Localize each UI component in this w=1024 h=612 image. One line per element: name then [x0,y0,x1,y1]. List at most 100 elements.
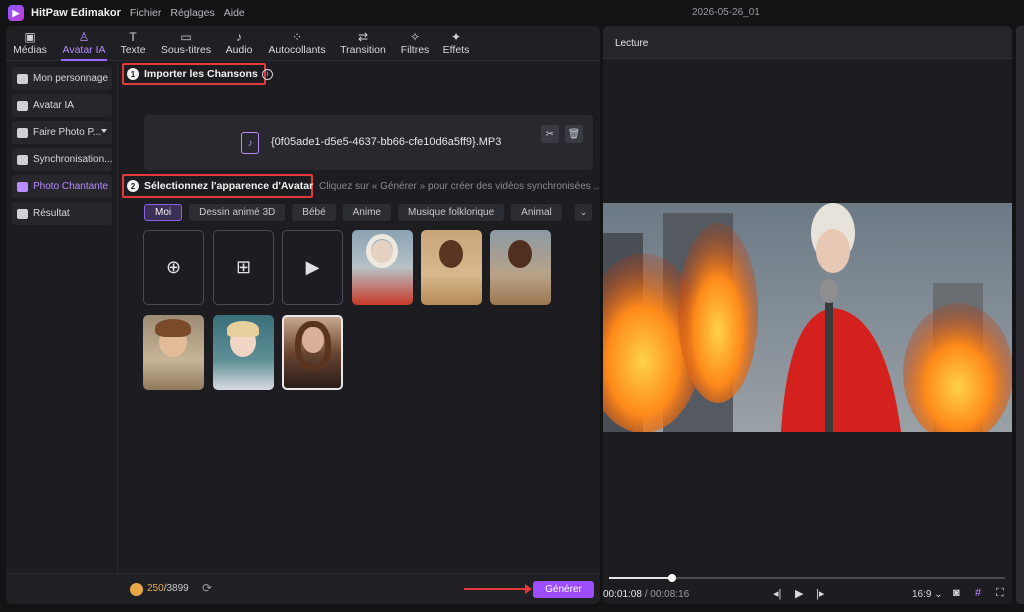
avatar-icon [17,100,28,111]
delete-button[interactable]: 🗑 [565,125,583,143]
tab-texte[interactable]: T Texte [119,28,147,59]
credits-coin-icon [130,583,143,596]
section-import-title: 1 Importer les Chansons i [127,68,273,80]
avatar-hair [366,234,398,268]
chip-animal[interactable]: Animal [511,204,562,221]
tab-effets[interactable]: ✦ Effets [442,28,470,59]
ai-plus-icon: ⊞ [235,257,252,277]
fullscreen-icon[interactable]: ⛶ [996,587,1004,600]
media-icon: ▣ [24,30,36,44]
video-frame [603,203,1012,432]
add-video-avatar-button[interactable]: ▶ [282,230,343,305]
avatar-face [508,240,532,268]
info-icon[interactable]: i [261,68,273,80]
current-time: 00:01:08 [603,589,642,600]
section-title-text: Sélectionnez l'apparence d'Avatar [144,180,314,192]
sidebar-item-photo-chantante[interactable]: Photo Chantante [12,175,112,198]
subtitles-icon: ▭ [180,30,192,44]
song-file-name: {0f05ade1-d5e5-4637-bb66-cfe10d6a5ff9}.M… [271,136,502,148]
avatar-thumbnail[interactable] [143,315,204,390]
add-photo-button[interactable]: ⊕ [143,230,204,305]
aspect-ratio-value: 16:9 [912,589,932,600]
menu-aide[interactable]: Aide [224,7,245,19]
tab-label: Effets [442,44,470,56]
sidebar-item-faire-photo[interactable]: Faire Photo P... [12,121,112,144]
music-file-icon: ♪ [241,132,259,154]
sidebar-item-avatar-ia[interactable]: Avatar IA [12,94,112,117]
trash-icon: 🗑 [567,128,581,140]
preview-header: Lecture [603,26,1012,59]
refresh-icon[interactable]: ⟳ [202,581,212,595]
annotation-arrow [464,584,532,594]
next-frame-icon[interactable]: |▸ [816,587,824,600]
app-logo-icon: ▶ [8,5,24,21]
snapshot-icon[interactable]: ◙ [953,587,960,599]
tab-label: Autocollants [268,44,326,56]
chip-musique-folklorique[interactable]: Musique folklorique [398,204,505,221]
audio-icon: ♪ [236,30,242,44]
grid-icon[interactable]: # [975,587,981,599]
avatar-thumbnail-selected[interactable] [282,315,343,390]
step-number: 1 [127,68,139,80]
add-ai-avatar-button[interactable]: ⊞ [213,230,274,305]
sidebar-item-resultat[interactable]: Résultat [12,202,112,225]
play-icon[interactable]: ▶ [795,587,803,600]
avatar-face [439,240,463,268]
result-icon [17,208,28,219]
credits-used: 250 [147,583,164,594]
avatar-thumbnail[interactable] [213,315,274,390]
avatar-thumbnail[interactable] [490,230,551,305]
tab-label: Texte [120,44,146,56]
tab-transition[interactable]: ⇄ Transition [339,28,387,59]
sidebar-item-label: Avatar IA [33,100,74,111]
sidebar-item-synchronisation[interactable]: Synchronisation... [12,148,112,171]
sidebar-item-label: Synchronisation... [33,154,112,165]
prev-frame-icon[interactable]: ◂| [773,587,781,600]
video-avatar-icon: ▶ [305,257,320,277]
title-bar: ▶ HitPaw Edimakor Fichier Réglages Aide … [0,0,1024,26]
cut-button[interactable]: ✂ [541,125,559,143]
right-panel-edge [1016,26,1024,604]
transition-icon: ⇄ [357,30,369,44]
avatar-icon: ♙ [78,30,90,44]
tab-filtres[interactable]: ✧ Filtres [399,28,431,59]
tab-medias[interactable]: ▣ Médias [12,28,48,59]
chevron-down-icon [101,129,107,133]
scissors-icon: ✂ [545,128,555,140]
effects-icon: ✦ [450,30,462,44]
video-preview[interactable] [603,203,1012,432]
preview-title: Lecture [615,38,649,49]
left-panel: ▣ Médias ♙ Avatar IA T Texte ▭ Sous-titr… [6,26,600,604]
chip-dessin-anime-3d[interactable]: Dessin animé 3D [189,204,286,221]
avatar-hair [295,321,331,371]
timeline-handle[interactable] [668,574,677,582]
tab-sous-titres[interactable]: ▭ Sous-titres [158,28,214,59]
sidebar-item-mon-personnage[interactable]: Mon personnage [12,67,112,90]
credits-counter: 250/3899 [147,583,189,594]
photo-icon [17,127,28,138]
sidebar: Mon personnage Avatar IA Faire Photo P..… [6,61,118,604]
avatar-hair [227,321,259,337]
chip-bebe[interactable]: Bébé [292,204,336,221]
aspect-ratio-select[interactable]: 16:9 ⌄ [912,589,943,600]
generate-button[interactable]: Générer [533,581,594,598]
tab-autocollants[interactable]: ⁘ Autocollants [267,28,327,59]
song-file-box[interactable]: ♪ {0f05ade1-d5e5-4637-bb66-cfe10d6a5ff9}… [144,115,593,170]
menu-reglages[interactable]: Réglages [170,7,214,19]
toolbar: ▣ Médias ♙ Avatar IA T Texte ▭ Sous-titr… [6,26,600,61]
tab-label: Médias [13,44,47,56]
text-icon: T [129,30,137,44]
sidebar-item-label: Faire Photo P... [33,127,102,138]
step-number: 2 [127,180,139,192]
chip-moi[interactable]: Moi [144,204,183,221]
avatar-thumbnail[interactable] [352,230,413,305]
project-name: 2026-05-26_01 [692,7,760,18]
chevron-down-icon[interactable]: ⌄ [575,204,592,221]
menu-fichier[interactable]: Fichier [130,7,162,19]
bottom-bar: 250/3899 ⟳ Générer [6,573,600,604]
chip-anime[interactable]: Anime [342,204,391,221]
tab-avatar-ia[interactable]: ♙ Avatar IA [61,28,107,61]
tab-audio[interactable]: ♪ Audio [224,28,254,59]
playback-timeline[interactable] [609,574,1005,582]
avatar-thumbnail[interactable] [421,230,482,305]
